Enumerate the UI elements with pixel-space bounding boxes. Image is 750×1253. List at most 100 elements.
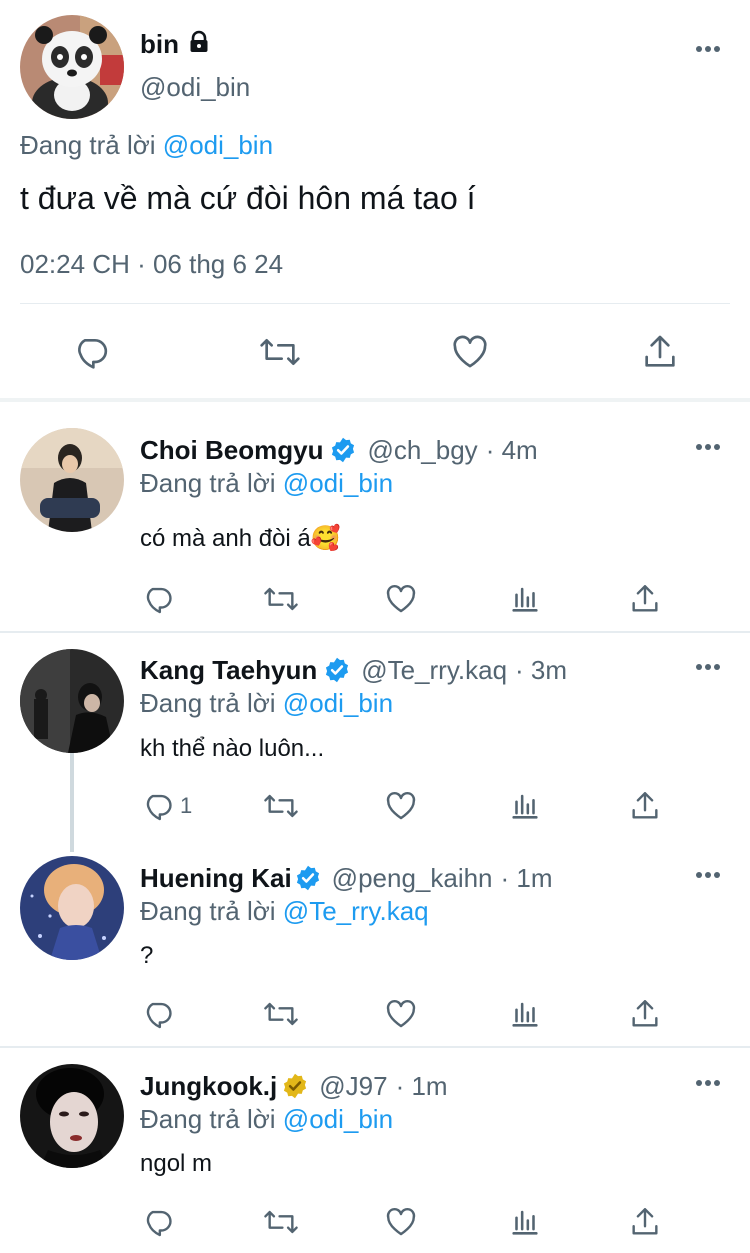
reply-button[interactable] <box>140 997 174 1031</box>
tweet-text: có mà anh đòi á🥰 <box>140 525 341 552</box>
replying-to: Đang trả lời @odi_bin <box>140 1104 393 1135</box>
like-icon <box>384 997 418 1031</box>
share-button[interactable] <box>628 789 662 823</box>
reply-button[interactable]: 1 <box>140 789 192 823</box>
share-button[interactable] <box>640 332 680 372</box>
tweet-time[interactable]: · 4m <box>486 435 538 466</box>
tweet-timestamp[interactable]: 02:24 CH · 06 thg 6 24 <box>20 249 283 280</box>
retweet-button[interactable] <box>258 332 302 372</box>
share-button[interactable] <box>628 582 662 616</box>
replying-to: Đang trả lời @odi_bin <box>140 468 393 499</box>
replying-to-label: Đang trả lời <box>140 468 276 498</box>
share-button[interactable] <box>628 1205 662 1239</box>
handle[interactable]: @J97 <box>319 1071 387 1102</box>
avatar[interactable] <box>20 1064 124 1168</box>
display-name[interactable]: Jungkook.j <box>140 1071 277 1102</box>
tweet-text: ? <box>140 942 154 969</box>
retweet-icon <box>262 1205 300 1239</box>
more-icon[interactable] <box>696 870 722 880</box>
reply-icon <box>140 997 174 1031</box>
display-name[interactable]: Choi Beomgyu <box>140 435 323 466</box>
more-icon[interactable] <box>696 1078 722 1088</box>
reply-button[interactable] <box>140 582 174 616</box>
tweet-time[interactable]: · 3m <box>515 655 567 686</box>
avatar[interactable] <box>20 15 124 119</box>
share-icon <box>628 582 662 616</box>
views-button[interactable] <box>508 789 542 823</box>
reply-button[interactable] <box>70 332 110 372</box>
views-icon <box>508 789 542 823</box>
author-name-line: Kang Taehyun @Te_rry.kaq · 3m <box>140 653 567 687</box>
focused-tweet: bin @odi_bin Đang trả lời @odi_bin t đưa… <box>0 0 750 398</box>
author-name-line: Jungkook.j @J97 · 1m <box>140 1069 448 1103</box>
display-name[interactable]: Huening Kai <box>140 863 292 894</box>
avatar[interactable] <box>20 428 124 532</box>
views-button[interactable] <box>508 582 542 616</box>
like-button[interactable] <box>384 997 418 1031</box>
divider <box>20 303 730 304</box>
handle[interactable]: @Te_rry.kaq <box>361 655 507 686</box>
views-button[interactable] <box>508 1205 542 1239</box>
avatar[interactable] <box>20 649 124 753</box>
mention-link[interactable]: @odi_bin <box>283 468 393 498</box>
reply-icon <box>140 582 174 616</box>
replying-to: Đang trả lời @Te_rry.kaq <box>140 896 429 927</box>
handle[interactable]: @odi_bin <box>140 72 250 103</box>
replying-to-label: Đang trả lời <box>140 688 276 718</box>
verified-badge-icon <box>329 436 357 464</box>
mention-link[interactable]: @Te_rry.kaq <box>283 896 429 926</box>
share-icon <box>628 789 662 823</box>
retweet-icon <box>262 789 300 823</box>
author-name-line: Huening Kai @peng_kaihn · 1m <box>140 861 553 895</box>
avatar[interactable] <box>20 856 124 960</box>
reply-count: 1 <box>180 793 193 818</box>
handle[interactable]: @peng_kaihn <box>332 863 493 894</box>
reply-icon <box>140 1205 174 1239</box>
share-icon <box>640 332 680 372</box>
replying-to-label: Đang trả lời <box>140 896 276 926</box>
lock-icon <box>187 30 211 59</box>
views-icon <box>508 582 542 616</box>
reply-icon <box>70 332 110 372</box>
replying-to: Đang trả lời @odi_bin <box>140 688 393 719</box>
more-icon[interactable] <box>696 44 722 54</box>
retweet-button[interactable] <box>262 997 300 1031</box>
more-icon[interactable] <box>696 442 722 452</box>
share-button[interactable] <box>628 997 662 1031</box>
more-icon[interactable] <box>696 662 722 672</box>
like-icon <box>384 789 418 823</box>
handle[interactable]: @ch_bgy <box>367 435 477 466</box>
reply-icon <box>140 789 174 823</box>
tweet-text: t đưa về mà cứ đòi hôn má tao í <box>20 180 476 216</box>
share-icon <box>628 997 662 1031</box>
display-name[interactable]: Kang Taehyun <box>140 655 317 686</box>
like-button[interactable] <box>450 332 490 372</box>
divider <box>0 631 750 633</box>
retweet-icon <box>262 582 300 616</box>
author-name-line: bin <box>140 28 211 60</box>
like-icon <box>450 332 490 372</box>
verified-gold-badge-icon <box>281 1072 309 1100</box>
tweet-time[interactable]: · 1m <box>501 863 553 894</box>
views-icon <box>508 1205 542 1239</box>
retweet-button[interactable] <box>262 1205 300 1239</box>
mention-link[interactable]: @odi_bin <box>163 130 273 160</box>
replying-to-label: Đang trả lời <box>20 130 156 160</box>
replying-to-label: Đang trả lời <box>140 1104 276 1134</box>
display-name[interactable]: bin <box>140 29 179 60</box>
like-button[interactable] <box>384 582 418 616</box>
mention-link[interactable]: @odi_bin <box>283 688 393 718</box>
verified-badge-icon <box>294 864 322 892</box>
views-button[interactable] <box>508 997 542 1031</box>
like-button[interactable] <box>384 1205 418 1239</box>
section-divider <box>0 398 750 402</box>
reply-button[interactable] <box>140 1205 174 1239</box>
tweet-time[interactable]: · 1m <box>396 1071 448 1102</box>
like-button[interactable] <box>384 789 418 823</box>
retweet-button[interactable] <box>262 789 300 823</box>
retweet-button[interactable] <box>262 582 300 616</box>
tweet-text: kh thể nào luôn... <box>140 735 325 762</box>
verified-badge-icon <box>323 656 351 684</box>
thread-connector <box>70 752 74 852</box>
mention-link[interactable]: @odi_bin <box>283 1104 393 1134</box>
